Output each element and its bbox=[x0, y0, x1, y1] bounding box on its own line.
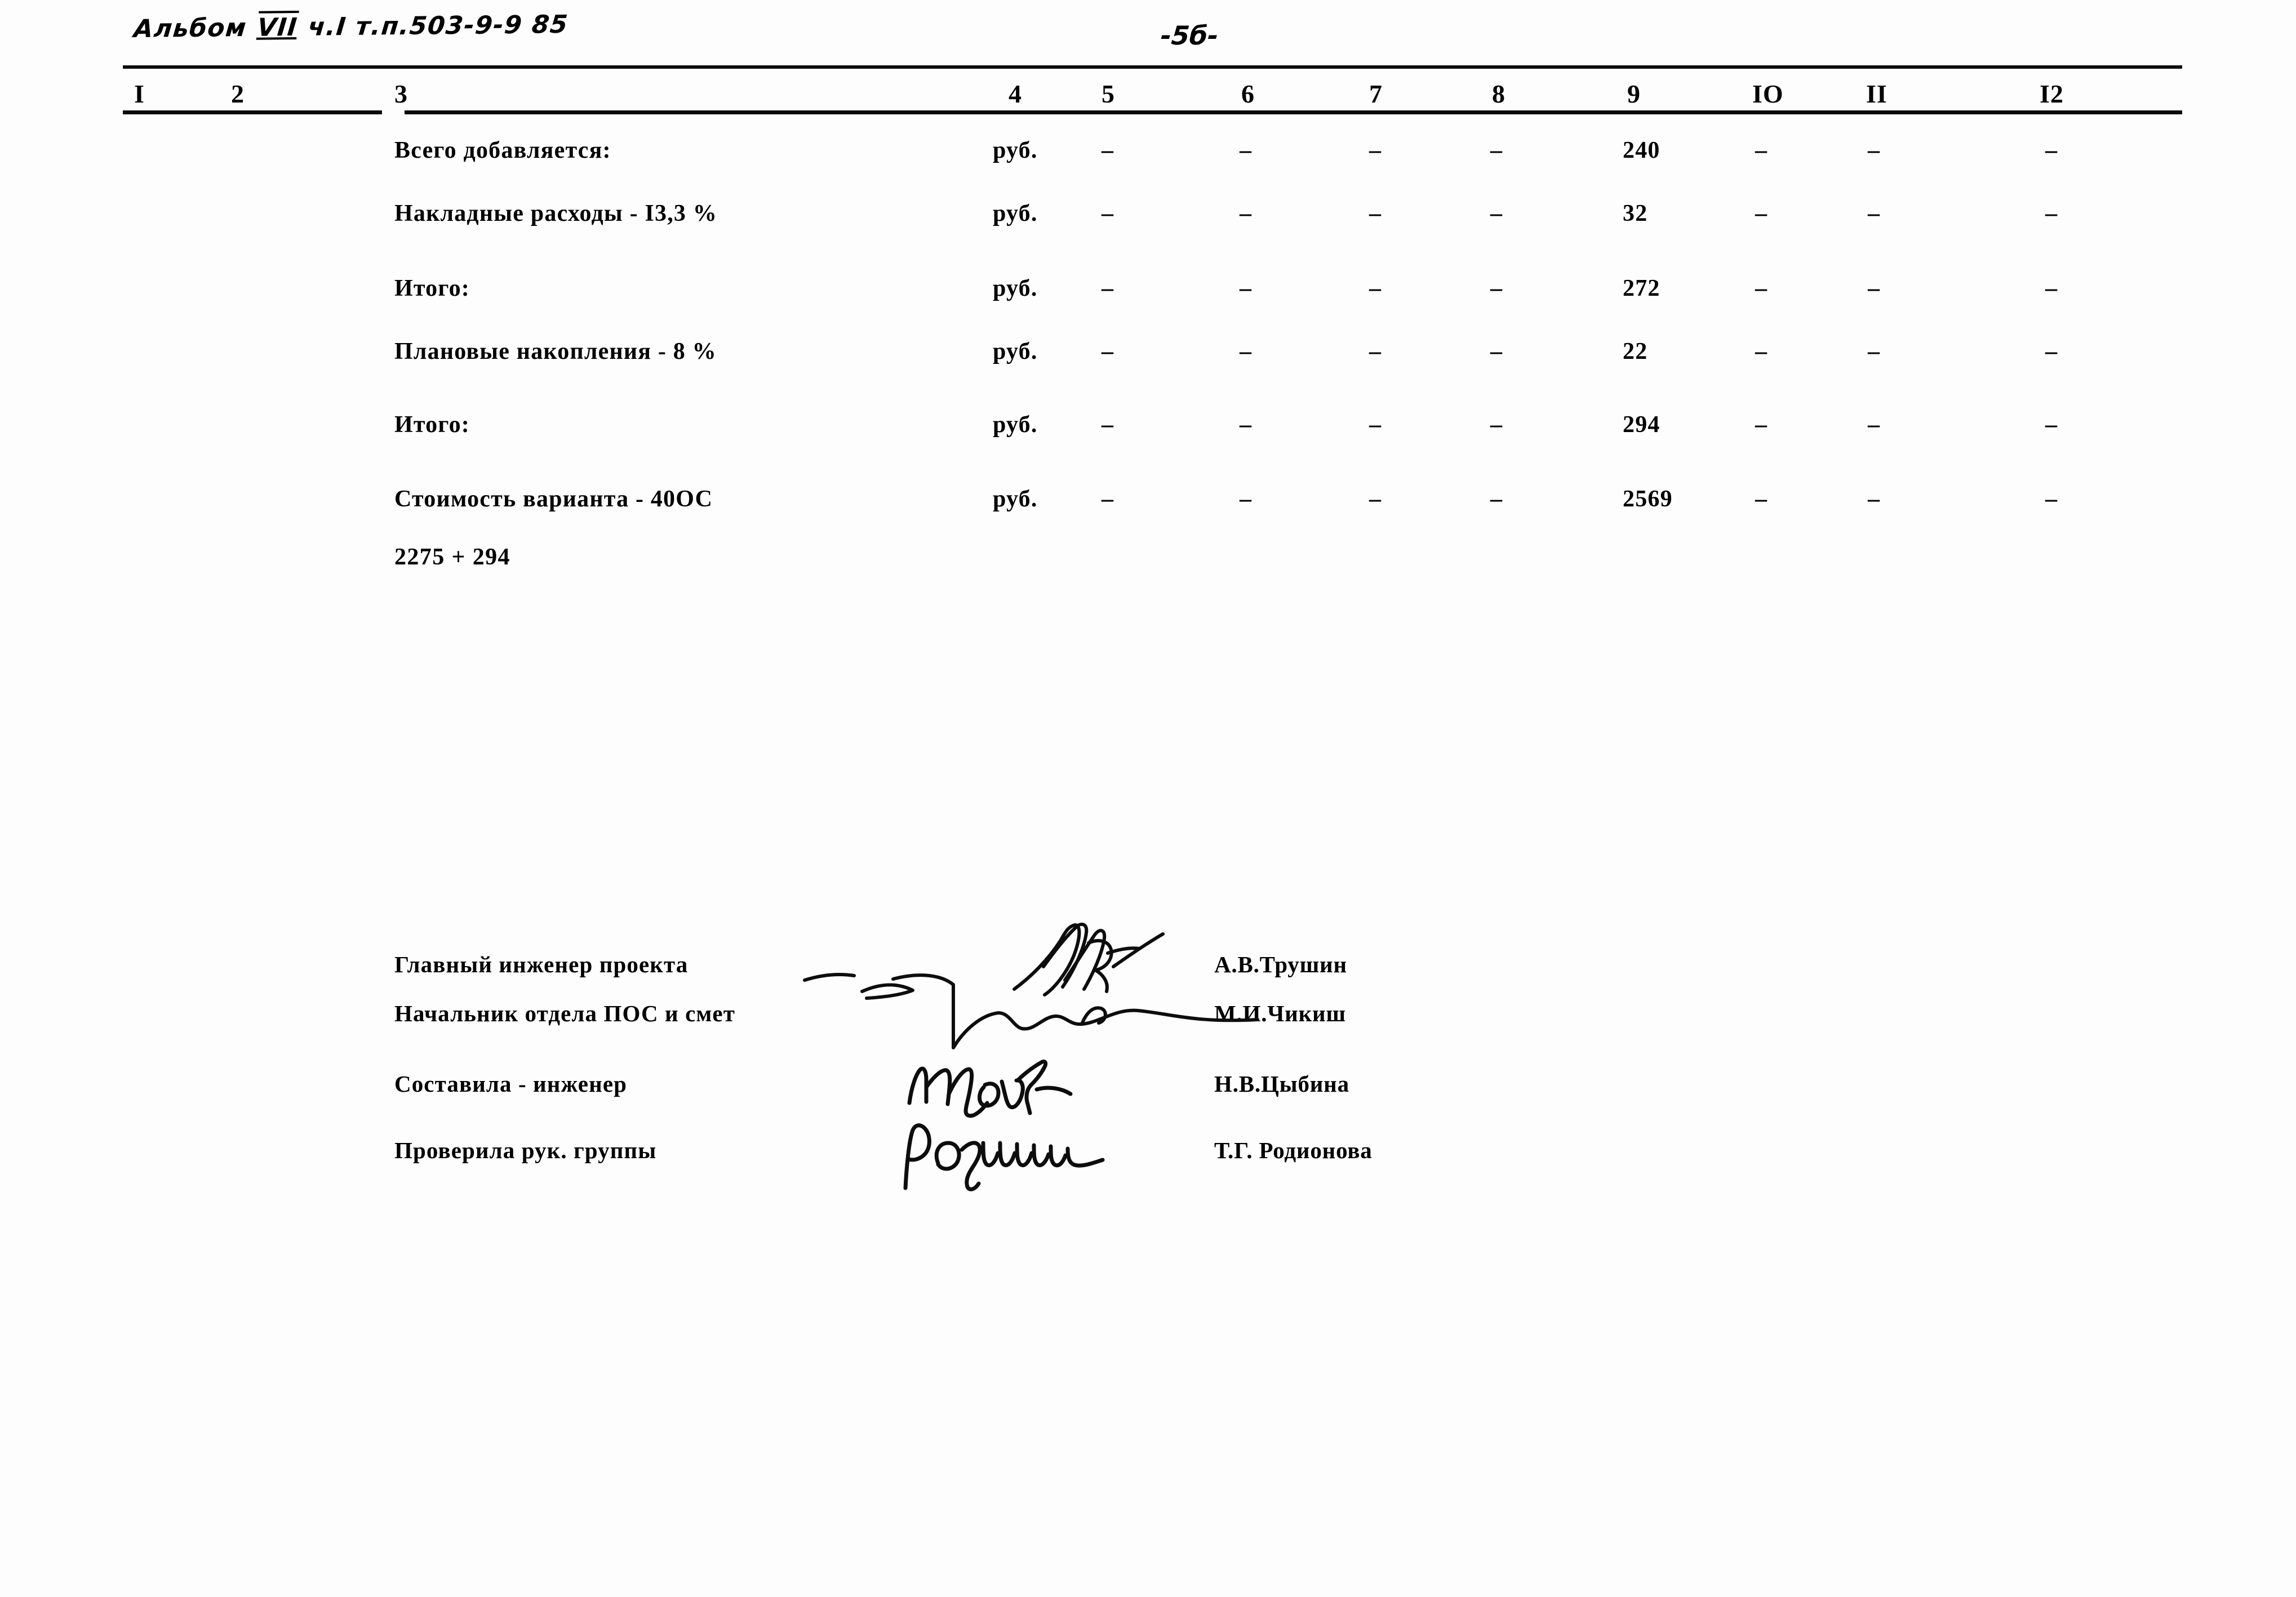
signature-role-chief-engineer: Главный инженер проекта bbox=[394, 951, 689, 977]
signature-role-compiler: Составила - инженер bbox=[394, 1071, 628, 1097]
formula-line: 2275 + 294 bbox=[394, 544, 510, 570]
column-header-rule-left bbox=[123, 110, 382, 114]
row-unit: руб. bbox=[993, 339, 1038, 364]
row-label: Итого: bbox=[394, 412, 470, 438]
row-unit: руб. bbox=[993, 486, 1038, 512]
row-cell-12: – bbox=[2045, 137, 2058, 163]
row-cell-6: – bbox=[1240, 275, 1253, 301]
handwritten-signature-rodionova bbox=[903, 1123, 1105, 1191]
row-label: Всего добавляется: bbox=[394, 137, 611, 163]
row-cell-9: 2569 bbox=[1623, 486, 1673, 512]
row-cell-10: – bbox=[1755, 201, 1768, 226]
row-cell-5: – bbox=[1102, 201, 1114, 226]
row-cell-6: – bbox=[1240, 486, 1253, 512]
row-cell-12: – bbox=[2045, 275, 2058, 301]
row-cell-9: 294 bbox=[1623, 412, 1660, 438]
row-cell-5: – bbox=[1102, 339, 1114, 364]
signature-role-checker: Проверила рук. группы bbox=[394, 1137, 657, 1163]
row-cell-5: – bbox=[1102, 275, 1114, 301]
row-cell-6: – bbox=[1240, 339, 1253, 364]
row-label: Итого: bbox=[394, 275, 470, 301]
row-cell-12: – bbox=[2045, 339, 2058, 364]
row-cell-7: – bbox=[1369, 486, 1382, 512]
row-cell-12: – bbox=[2045, 486, 2058, 512]
row-cell-6: – bbox=[1240, 137, 1253, 163]
row-cell-10: – bbox=[1755, 412, 1768, 438]
row-cell-10: – bbox=[1755, 339, 1768, 364]
row-cell-11: – bbox=[1868, 201, 1881, 226]
row-label: Накладные расходы - I3,3 % bbox=[394, 201, 718, 226]
row-cell-5: – bbox=[1102, 137, 1114, 163]
row-cell-7: – bbox=[1369, 339, 1382, 364]
column-header-5: 5 bbox=[1102, 79, 1115, 108]
table-row: Итого: руб. – – – – 272 – – – bbox=[0, 275, 2296, 311]
table-top-rule bbox=[123, 65, 2182, 69]
handwritten-signature-cybina bbox=[907, 1059, 1073, 1118]
row-cell-11: – bbox=[1868, 137, 1881, 163]
document-page: Альбом VII ч.I т.п.503-9-9 85 -5б- I 2 3… bbox=[0, 0, 2296, 1597]
row-cell-7: – bbox=[1369, 412, 1382, 438]
row-cell-7: – bbox=[1369, 275, 1382, 301]
table-row: Плановые накопления - 8 % руб. – – – – 2… bbox=[0, 338, 2296, 374]
row-unit: руб. bbox=[993, 412, 1038, 438]
table-row: Накладные расходы - I3,3 % руб. – – – – … bbox=[0, 200, 2296, 236]
row-cell-10: – bbox=[1755, 275, 1768, 301]
row-cell-8: – bbox=[1490, 201, 1503, 226]
row-cell-8: – bbox=[1490, 137, 1503, 163]
row-cell-8: – bbox=[1490, 486, 1503, 512]
row-cell-5: – bbox=[1102, 412, 1114, 438]
row-unit: руб. bbox=[993, 201, 1038, 226]
row-cell-12: – bbox=[2045, 201, 2058, 226]
column-header-7: 7 bbox=[1369, 79, 1383, 108]
row-cell-9: 272 bbox=[1623, 275, 1660, 301]
row-cell-11: – bbox=[1868, 275, 1881, 301]
row-cell-5: – bbox=[1102, 486, 1114, 512]
row-unit: руб. bbox=[993, 137, 1038, 163]
row-cell-11: – bbox=[1868, 486, 1881, 512]
album-roman-numeral: VII bbox=[256, 12, 299, 42]
column-header-8: 8 bbox=[1492, 79, 1505, 108]
column-header-rule-right bbox=[405, 110, 2182, 114]
row-unit: руб. bbox=[993, 275, 1038, 301]
row-cell-6: – bbox=[1240, 201, 1253, 226]
row-cell-8: – bbox=[1490, 275, 1503, 301]
row-cell-7: – bbox=[1369, 201, 1382, 226]
column-header-2: 2 bbox=[231, 79, 245, 108]
row-cell-9: 240 bbox=[1623, 137, 1660, 163]
column-header-4: 4 bbox=[1009, 79, 1022, 108]
row-cell-6: – bbox=[1240, 412, 1253, 438]
table-row: Стоимость варианта - 40ОС руб. – – – – 2… bbox=[0, 486, 2296, 522]
table-row: Всего добавляется: руб. – – – – 240 – – … bbox=[0, 137, 2296, 173]
row-label: Плановые накопления - 8 % bbox=[394, 339, 717, 364]
row-cell-12: – bbox=[2045, 412, 2058, 438]
table-row: Итого: руб. – – – – 294 – – – bbox=[0, 411, 2296, 447]
row-cell-9: 32 bbox=[1623, 201, 1648, 226]
row-cell-9: 22 bbox=[1623, 339, 1648, 364]
column-header-3: 3 bbox=[394, 79, 408, 108]
row-cell-8: – bbox=[1490, 339, 1503, 364]
column-header-6: 6 bbox=[1241, 79, 1255, 108]
column-header-9: 9 bbox=[1627, 79, 1641, 108]
row-cell-8: – bbox=[1490, 412, 1503, 438]
row-cell-10: – bbox=[1755, 486, 1768, 512]
signature-name-compiler: Н.В.Цыбина bbox=[1214, 1071, 1349, 1097]
album-annotation: Альбом VII ч.I т.п.503-9-9 85 bbox=[132, 10, 570, 43]
row-cell-11: – bbox=[1868, 339, 1881, 364]
handwritten-signature-upper bbox=[803, 922, 1259, 1049]
album-prefix: Альбом bbox=[132, 13, 258, 44]
signature-role-department-head: Начальник отдела ПОС и смет bbox=[394, 1000, 735, 1026]
signature-name-checker: Т.Г. Родионова bbox=[1214, 1137, 1373, 1163]
row-cell-11: – bbox=[1868, 412, 1881, 438]
album-suffix: ч.I т.п.503-9-9 85 bbox=[297, 10, 570, 42]
row-cell-10: – bbox=[1755, 137, 1768, 163]
column-header-12: I2 bbox=[2040, 79, 2064, 108]
row-cell-7: – bbox=[1369, 137, 1382, 163]
column-header-1: I bbox=[134, 79, 145, 108]
row-label: Стоимость варианта - 40ОС bbox=[394, 486, 713, 512]
page-number: -5б- bbox=[1159, 20, 1220, 51]
column-header-10: IО bbox=[1752, 79, 1784, 108]
column-header-11: II bbox=[1866, 79, 1888, 108]
